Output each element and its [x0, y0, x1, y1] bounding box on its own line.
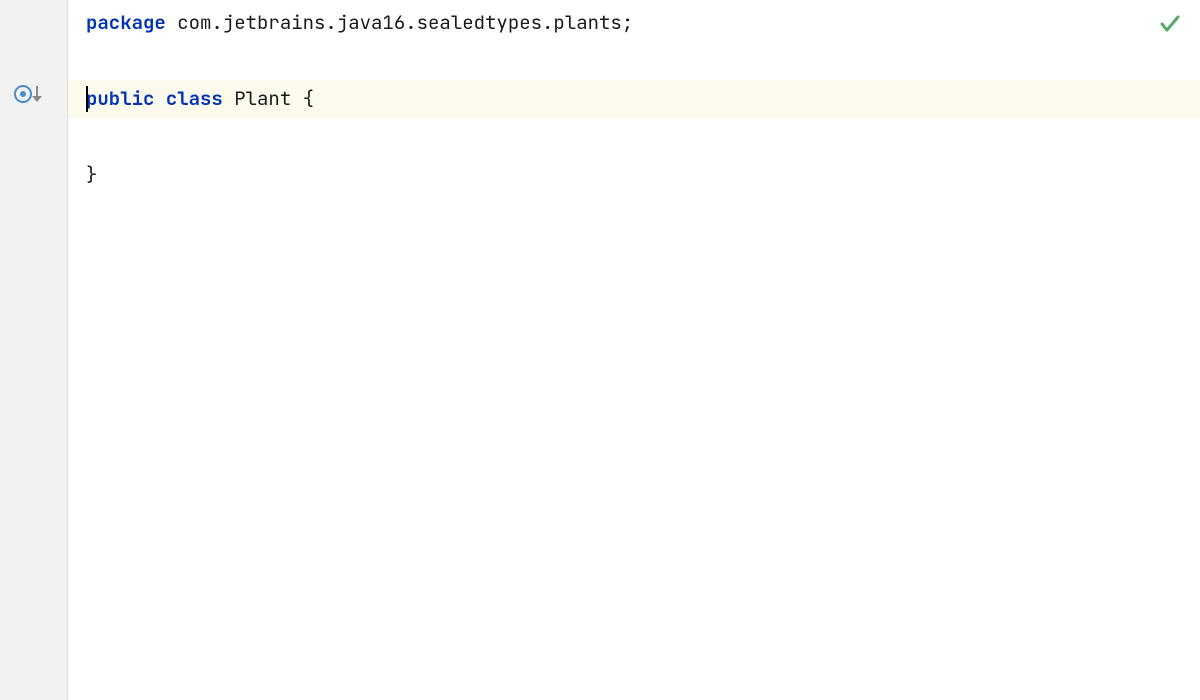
space	[154, 86, 165, 111]
space	[223, 86, 234, 111]
code-editor[interactable]: package com.jetbrains.java16.sealedtypes…	[0, 0, 1200, 700]
editor-gutter[interactable]	[0, 0, 68, 700]
override-target-icon	[14, 85, 30, 101]
text-caret	[86, 86, 88, 112]
semicolon: ;	[622, 10, 633, 35]
package-name: com.jetbrains.java16.sealedtypes.plants	[177, 10, 622, 35]
checkmark-icon	[1158, 12, 1182, 36]
code-line-5[interactable]: }	[68, 156, 1200, 194]
arrow-down-icon	[32, 85, 42, 101]
keyword-class: class	[166, 86, 223, 111]
inspection-status-ok[interactable]	[1158, 12, 1182, 36]
code-area[interactable]: package com.jetbrains.java16.sealedtypes…	[68, 0, 1200, 700]
space	[291, 86, 302, 111]
brace-open: {	[303, 86, 314, 111]
code-line-3-current[interactable]: public class Plant {	[68, 80, 1200, 118]
code-line-1[interactable]: package com.jetbrains.java16.sealedtypes…	[68, 4, 1200, 42]
keyword-public: public	[86, 86, 154, 111]
space	[166, 10, 177, 35]
keyword-package: package	[86, 10, 166, 35]
brace-close: }	[86, 162, 97, 187]
gutter-override-marker[interactable]	[14, 85, 42, 101]
class-name: Plant	[234, 86, 291, 111]
